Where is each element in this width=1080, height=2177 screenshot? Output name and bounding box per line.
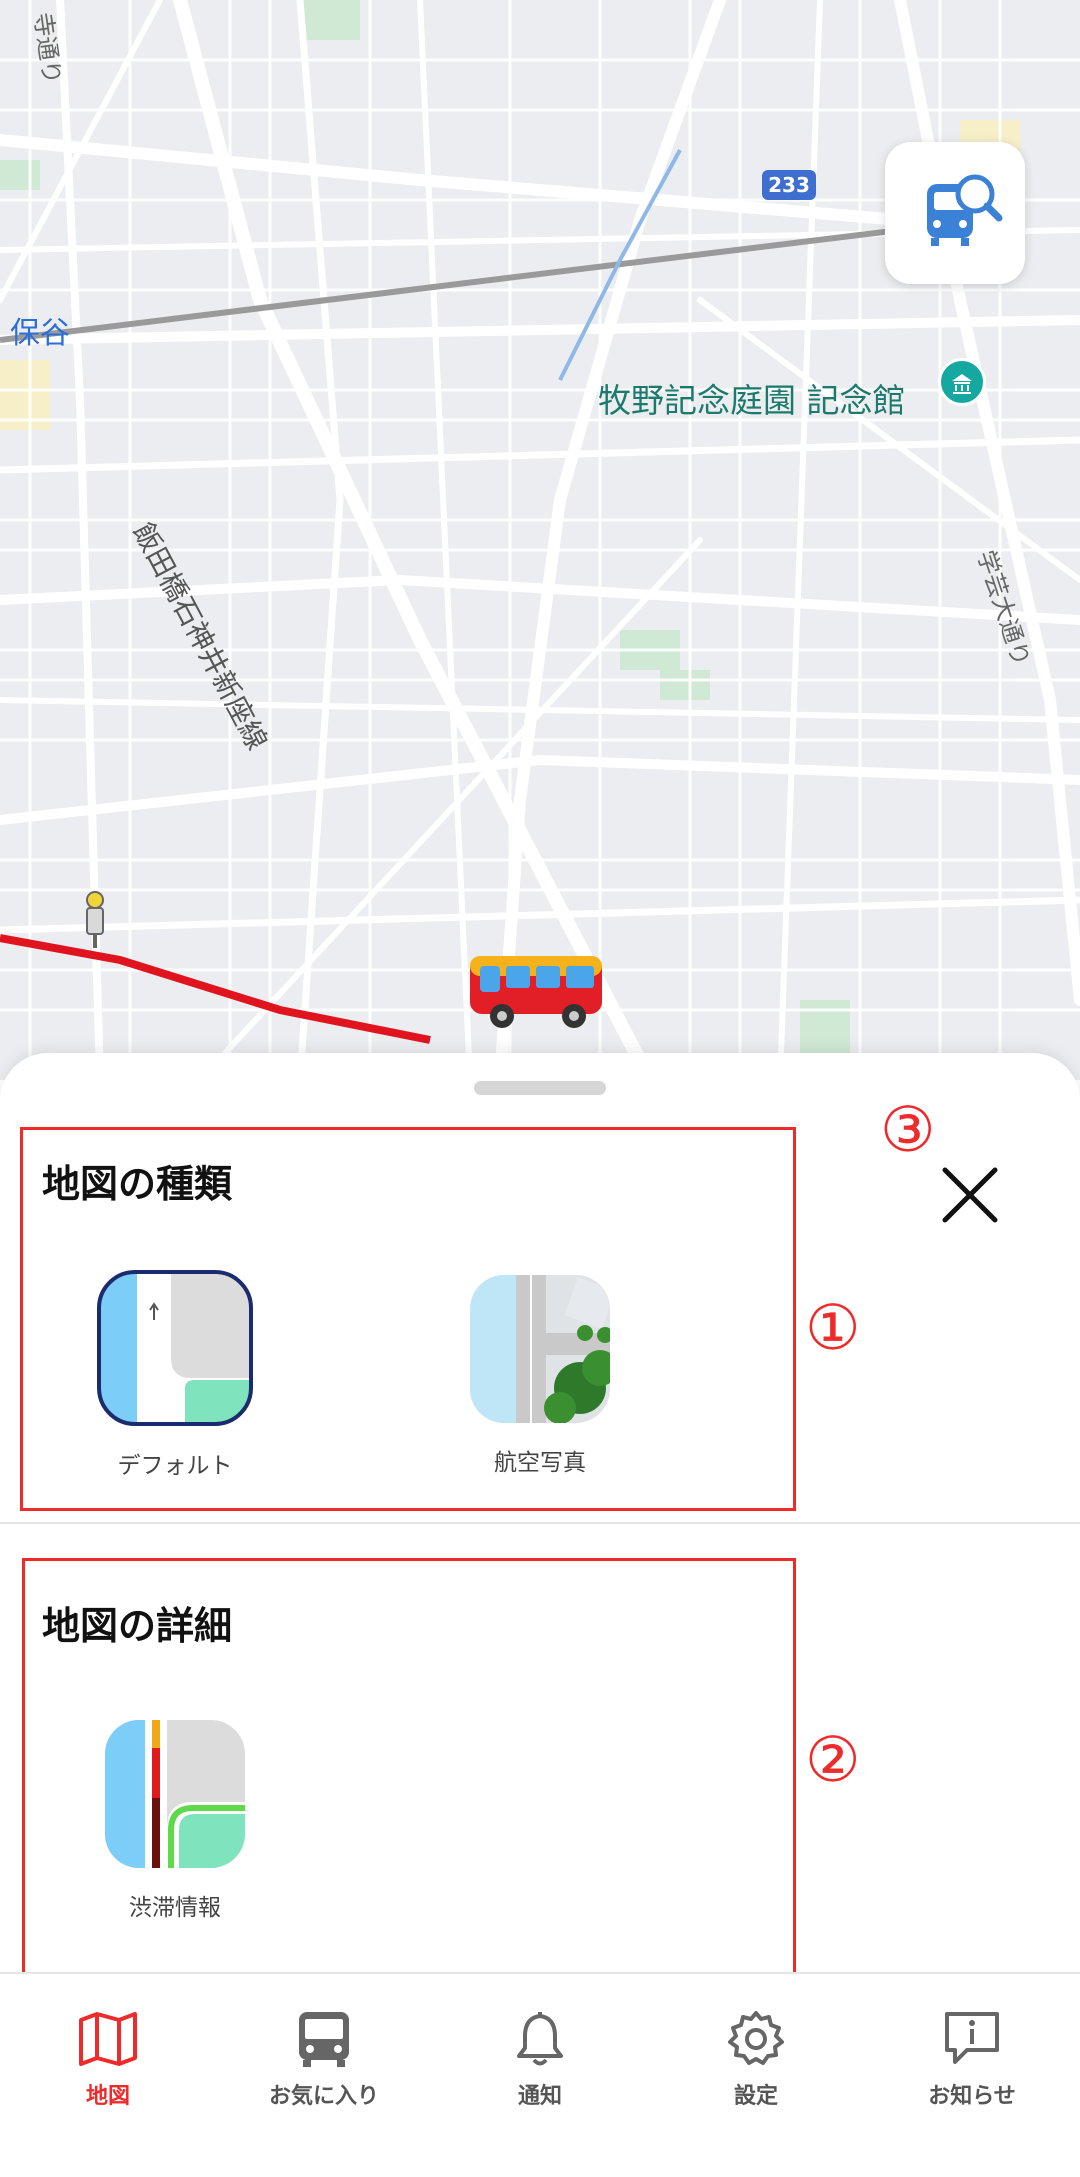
- tab-notifications-label: 通知: [517, 2084, 562, 2109]
- info-icon: [945, 2012, 999, 2064]
- route-number-badge: 233: [762, 170, 816, 200]
- map-icon: [79, 2012, 137, 2066]
- tab-settings-label: 設定: [733, 2084, 778, 2109]
- close-button[interactable]: [935, 1160, 1005, 1230]
- tab-announcements[interactable]: お知らせ: [864, 2010, 1080, 2110]
- tab-favorites-label: お気に入り: [268, 2084, 379, 2109]
- tab-favorites[interactable]: お気に入り: [216, 2010, 432, 2110]
- bell-icon: [517, 2012, 563, 2066]
- close-icon: [942, 1167, 998, 1223]
- bus-search-button[interactable]: [885, 142, 1025, 284]
- bottom-tab-bar: 地図 お気に入り 通知 設定 お知らせ: [0, 1972, 1080, 2177]
- poi-label-makino-museum[interactable]: 牧野記念庭園 記念館: [598, 374, 906, 422]
- tab-announcements-label: お知らせ: [928, 2084, 1016, 2109]
- bus-stop-pin-icon[interactable]: [82, 890, 108, 950]
- map-type-title: 地図の種類: [42, 1162, 233, 1206]
- museum-pin-icon[interactable]: [938, 358, 986, 406]
- annotation-marker-3: ③: [880, 1093, 936, 1166]
- map-type-aerial-option[interactable]: 航空写真: [455, 1273, 625, 1477]
- annotation-marker-2: ②: [805, 1723, 861, 1796]
- default-option-label: デフォルト: [117, 1453, 233, 1479]
- tab-notifications[interactable]: 通知: [432, 2010, 648, 2110]
- tab-map[interactable]: 地図: [0, 2010, 216, 2110]
- annotation-marker-1: ①: [805, 1291, 861, 1364]
- map-type-default-option[interactable]: デフォルト: [90, 1268, 260, 1480]
- bus-vehicle-icon[interactable]: [466, 950, 608, 1032]
- gear-icon: [728, 2011, 784, 2065]
- bus-icon: [299, 2012, 349, 2067]
- tab-map-label: 地図: [85, 2084, 130, 2109]
- aerial-map-icon: [470, 1275, 610, 1423]
- map-detail-traffic-option[interactable]: 渋滞情報: [90, 1718, 260, 1922]
- traffic-option-label: 渋滞情報: [129, 1895, 221, 1921]
- sheet-drag-handle[interactable]: [474, 1081, 606, 1095]
- section-divider: [0, 1522, 1080, 1524]
- tab-settings[interactable]: 設定: [648, 2010, 864, 2110]
- map-detail-title: 地図の詳細: [42, 1604, 233, 1648]
- traffic-map-icon: [105, 1720, 245, 1868]
- station-label-hotaya[interactable]: 保谷: [10, 308, 70, 352]
- bus-search-icon: [927, 174, 1003, 246]
- aerial-option-label: 航空写真: [494, 1450, 586, 1476]
- default-map-icon: [97, 1270, 253, 1426]
